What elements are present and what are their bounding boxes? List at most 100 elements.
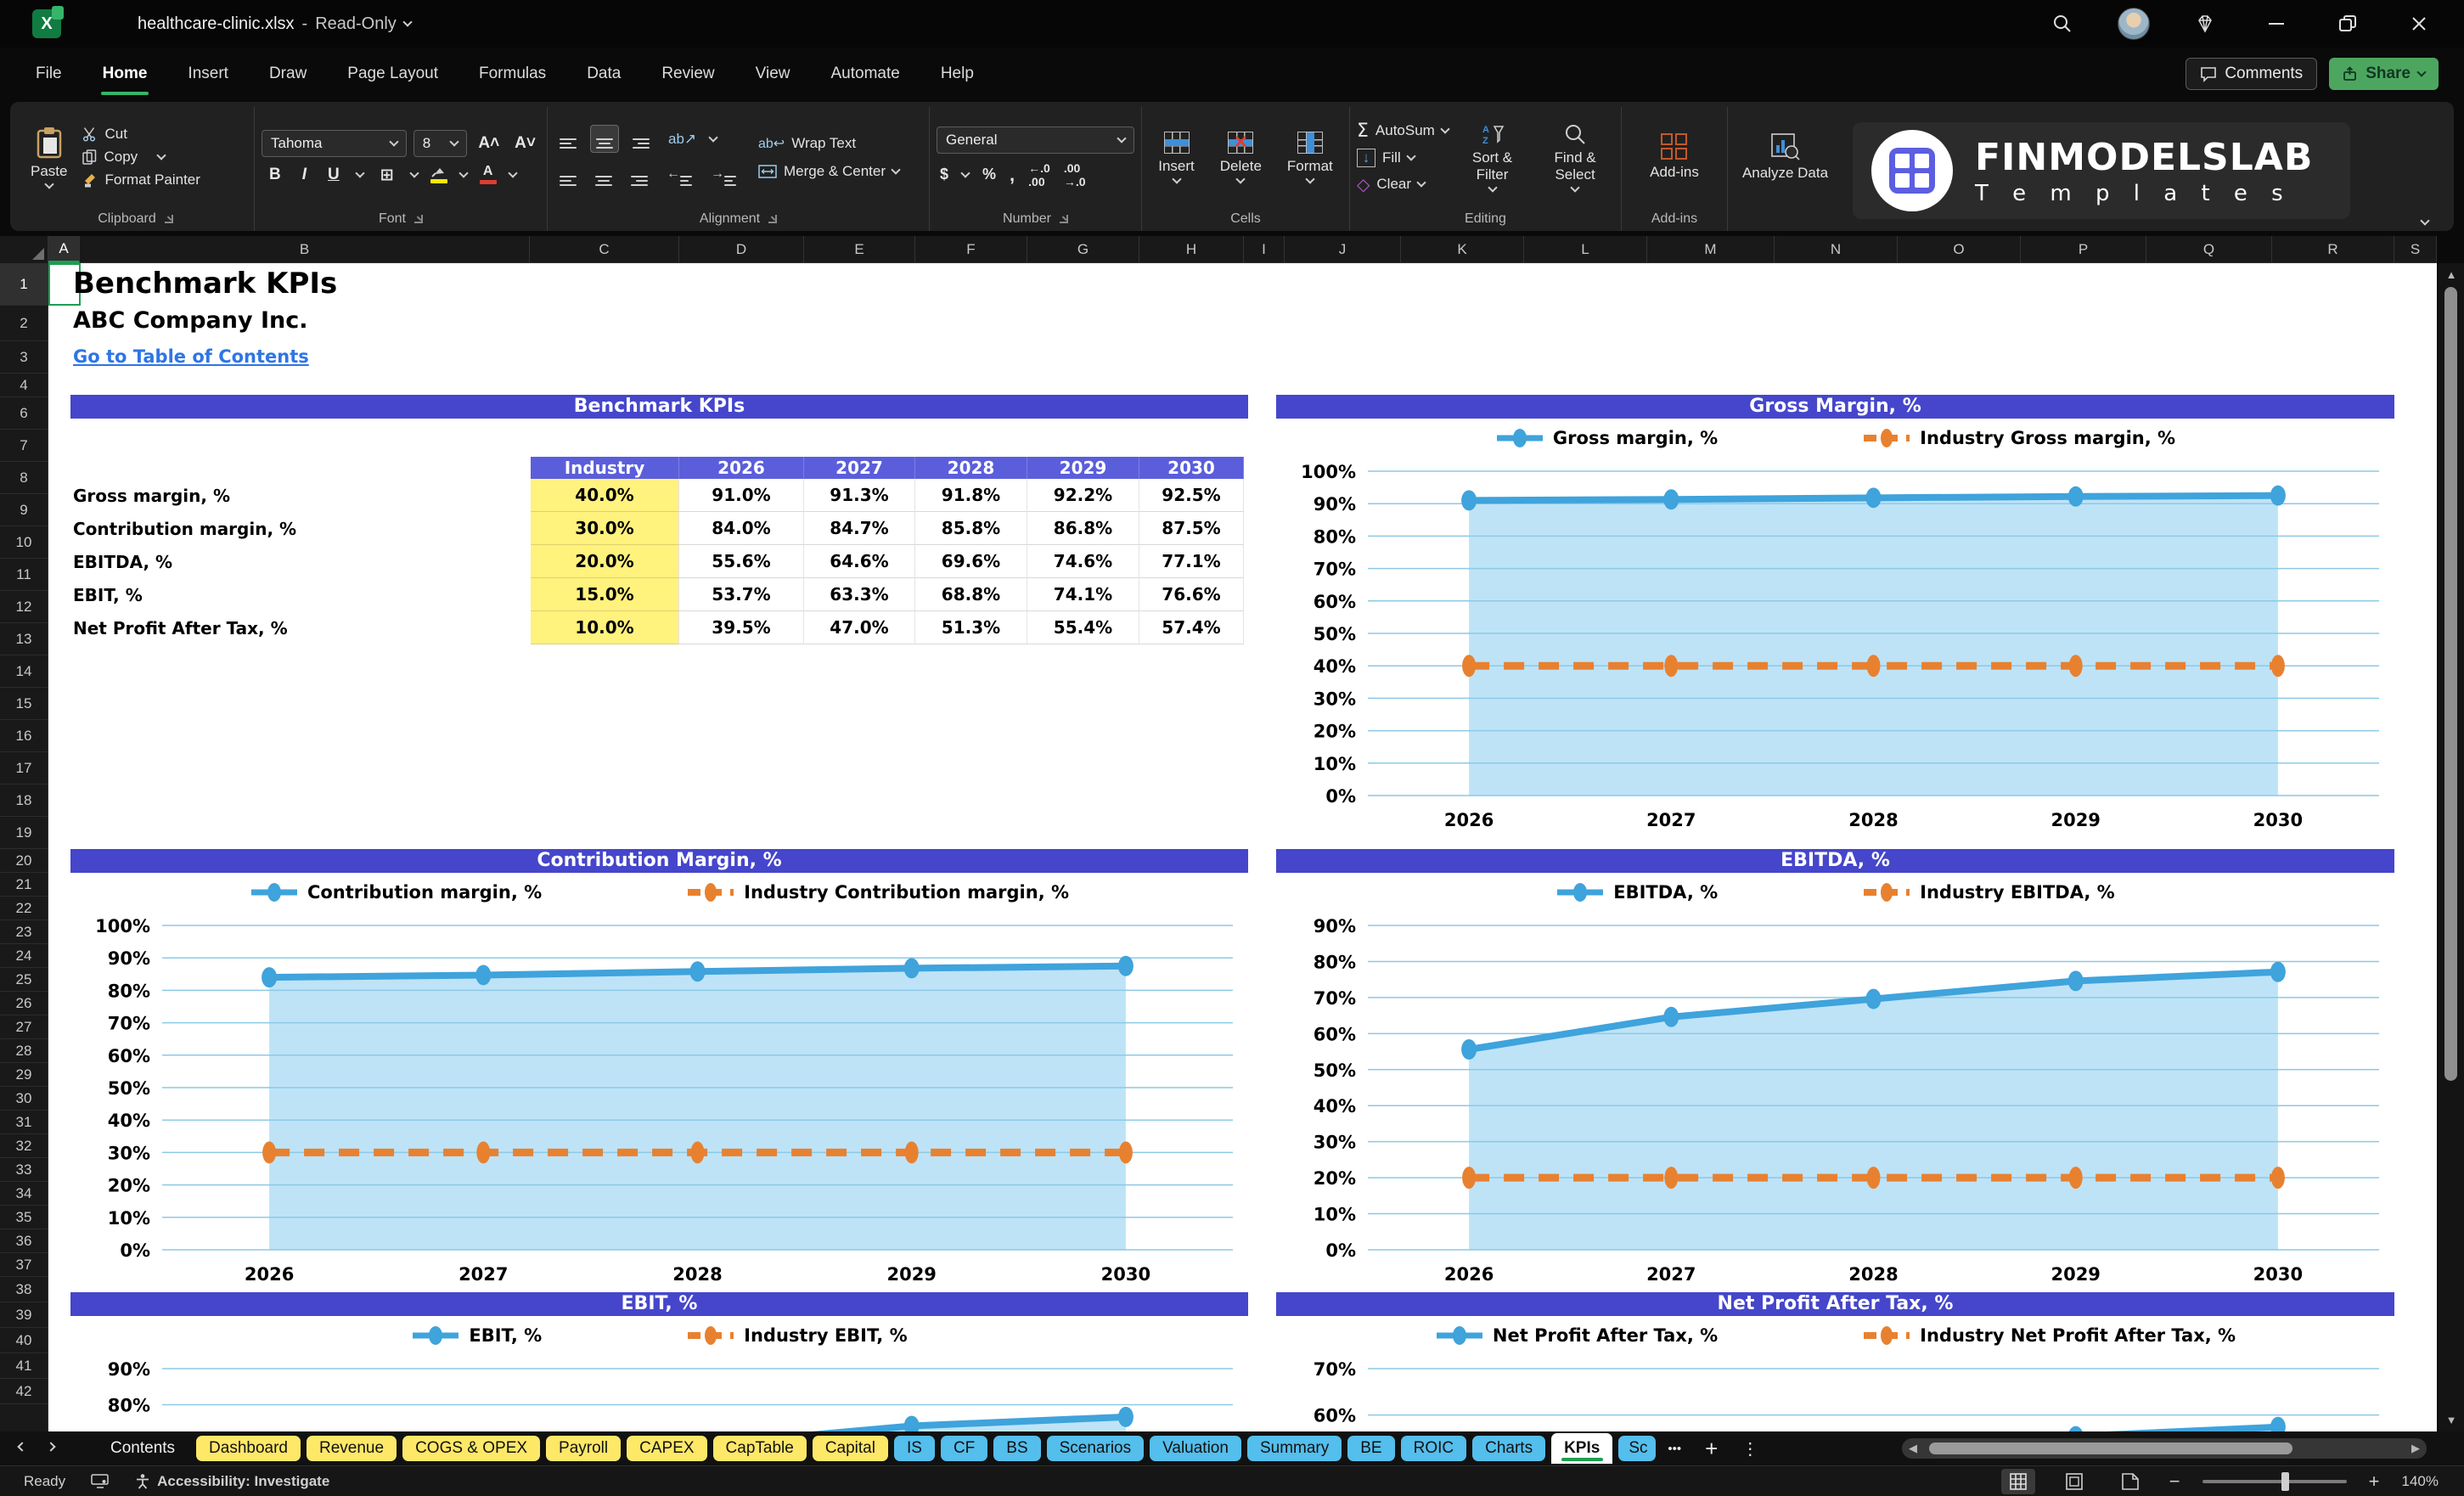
scroll-down-icon[interactable]: ▼ xyxy=(2439,1409,2464,1431)
align-center-icon[interactable] xyxy=(590,163,617,189)
column-header-B[interactable]: B xyxy=(80,236,530,263)
font-dialog-launcher[interactable] xyxy=(414,215,423,223)
kpi-year-value[interactable]: 92.5% xyxy=(1139,479,1244,512)
page-break-view-icon[interactable] xyxy=(2113,1469,2147,1494)
kpi-col-header[interactable]: 2028 xyxy=(915,457,1027,479)
tab-automate[interactable]: Automate xyxy=(829,59,901,88)
fill-color-button[interactable] xyxy=(430,166,447,183)
cut-button[interactable]: Cut xyxy=(82,126,200,143)
column-header-M[interactable]: M xyxy=(1647,236,1775,263)
kpi-label[interactable]: EBIT, % xyxy=(73,578,531,611)
sheet-tab-contents[interactable]: Contents xyxy=(95,1436,190,1461)
share-button[interactable]: Share xyxy=(2329,58,2439,90)
sheet-tab-bs[interactable]: BS xyxy=(993,1436,1041,1461)
decrease-decimal-button[interactable]: .00 →.0 xyxy=(1064,161,1086,188)
kpi-col-header[interactable]: 2030 xyxy=(1139,457,1244,479)
column-header-J[interactable]: J xyxy=(1285,236,1401,263)
kpi-year-value[interactable]: 64.6% xyxy=(804,545,915,578)
kpi-year-value[interactable]: 87.5% xyxy=(1139,512,1244,545)
row-header-14[interactable]: 14 xyxy=(0,655,48,688)
kpi-year-value[interactable]: 84.7% xyxy=(804,512,915,545)
column-header-O[interactable]: O xyxy=(1898,236,2021,263)
tabs-scroll-left-icon[interactable] xyxy=(17,1442,27,1452)
sort-filter-button[interactable]: AZ Sort & Filter xyxy=(1457,120,1527,194)
page-layout-view-icon[interactable] xyxy=(2057,1469,2091,1494)
sheet-tab-kpis[interactable]: KPIs xyxy=(1551,1433,1613,1464)
kpi-year-value[interactable]: 76.6% xyxy=(1139,578,1244,611)
kpi-year-value[interactable]: 53.7% xyxy=(679,578,804,611)
tab-review[interactable]: Review xyxy=(660,59,716,88)
kpi-industry-value[interactable]: 20.0% xyxy=(531,545,679,578)
sheet-tab-sc[interactable]: Sc xyxy=(1618,1436,1657,1461)
minimize-button[interactable] xyxy=(2260,8,2292,40)
sheet-tab-capital[interactable]: Capital xyxy=(812,1436,888,1461)
sheet-tab-roic[interactable]: ROIC xyxy=(1400,1436,1467,1461)
row-header-25[interactable]: 25 xyxy=(0,968,48,992)
kpi-industry-value[interactable]: 30.0% xyxy=(531,512,679,545)
sheet-tab-summary[interactable]: Summary xyxy=(1246,1436,1342,1461)
kpi-label[interactable]: Gross margin, % xyxy=(73,479,531,512)
number-format-select[interactable]: General xyxy=(937,126,1134,154)
sheet-tab-dashboard[interactable]: Dashboard xyxy=(196,1436,301,1461)
row-header-13[interactable]: 13 xyxy=(0,623,48,655)
row-header-31[interactable]: 31 xyxy=(0,1111,48,1134)
underline-button[interactable]: U xyxy=(323,166,344,184)
column-header-R[interactable]: R xyxy=(2272,236,2394,263)
search-icon[interactable] xyxy=(2046,8,2079,40)
sheet-tab-charts[interactable]: Charts xyxy=(1472,1436,1546,1461)
row-header-10[interactable]: 10 xyxy=(0,526,48,559)
vertical-scroll-thumb[interactable] xyxy=(2444,287,2457,1081)
kpi-col-header[interactable]: Industry xyxy=(531,457,679,479)
sheet-tab-cf[interactable]: CF xyxy=(940,1436,988,1461)
kpi-year-value[interactable]: 63.3% xyxy=(804,578,915,611)
row-header-3[interactable]: 3 xyxy=(0,341,48,374)
kpi-year-value[interactable]: 55.6% xyxy=(679,545,804,578)
kpi-label[interactable]: Net Profit After Tax, % xyxy=(73,611,531,644)
kpi-year-value[interactable]: 92.2% xyxy=(1027,479,1139,512)
kpi-year-value[interactable]: 91.0% xyxy=(679,479,804,512)
kpi-year-value[interactable]: 84.0% xyxy=(679,512,804,545)
column-header-K[interactable]: K xyxy=(1401,236,1524,263)
orientation-button[interactable]: ab↗ xyxy=(663,127,701,151)
column-header-I[interactable]: I xyxy=(1244,236,1285,263)
increase-decimal-button[interactable]: ←.0.00 xyxy=(1028,161,1050,188)
tab-page-layout[interactable]: Page Layout xyxy=(346,59,440,88)
select-all-corner[interactable] xyxy=(0,236,48,263)
column-header-Q[interactable]: Q xyxy=(2146,236,2272,263)
find-select-button[interactable]: Find & Select xyxy=(1536,120,1614,194)
kpi-year-value[interactable]: 51.3% xyxy=(915,611,1027,644)
tab-home[interactable]: Home xyxy=(100,59,149,95)
sheet-tab-revenue[interactable]: Revenue xyxy=(307,1436,397,1461)
currency-format-button[interactable]: $ xyxy=(940,166,948,183)
table-of-contents-link[interactable]: Go to Table of Contents xyxy=(73,346,309,367)
row-header-4[interactable]: 4 xyxy=(0,374,48,397)
row-header-39[interactable]: 39 xyxy=(0,1302,48,1328)
sheet-options-icon[interactable]: ⋮ xyxy=(1741,1438,1758,1459)
diamond-icon[interactable] xyxy=(2189,8,2221,40)
decrease-indent-icon[interactable]: ← xyxy=(661,163,697,189)
align-top-icon[interactable] xyxy=(554,126,582,152)
sheet-canvas[interactable]: Benchmark KPIs ABC Company Inc. Go to Tabl… xyxy=(48,263,2437,1431)
restore-button[interactable] xyxy=(2332,8,2364,40)
kpi-year-value[interactable]: 74.6% xyxy=(1027,545,1139,578)
column-header-C[interactable]: C xyxy=(530,236,679,263)
insert-cells-button[interactable]: Insert xyxy=(1151,128,1201,186)
new-sheet-button[interactable]: + xyxy=(1705,1436,1718,1462)
vertical-scrollbar[interactable]: ▲ ▼ xyxy=(2439,263,2464,1431)
column-header-H[interactable]: H xyxy=(1139,236,1244,263)
chart-net-profit-after-tax[interactable]: Net Profit After Tax, % Net Profit After … xyxy=(1276,1292,2394,1431)
horizontal-scroll-thumb[interactable] xyxy=(1929,1443,2292,1454)
row-header-42[interactable]: 42 xyxy=(0,1379,48,1404)
zoom-slider[interactable] xyxy=(2202,1471,2347,1491)
row-header-8[interactable]: 8 xyxy=(0,462,48,494)
alignment-dialog-launcher[interactable] xyxy=(768,215,778,223)
align-right-icon[interactable] xyxy=(626,163,653,189)
column-header-S[interactable]: S xyxy=(2394,236,2437,263)
title-chevron-icon[interactable] xyxy=(402,17,413,27)
column-header-G[interactable]: G xyxy=(1027,236,1139,263)
row-header-22[interactable]: 22 xyxy=(0,897,48,920)
row-header-11[interactable]: 11 xyxy=(0,559,48,591)
font-size-select[interactable]: 8 xyxy=(413,130,468,157)
row-header-23[interactable]: 23 xyxy=(0,920,48,944)
paste-button[interactable]: Paste xyxy=(24,123,74,191)
